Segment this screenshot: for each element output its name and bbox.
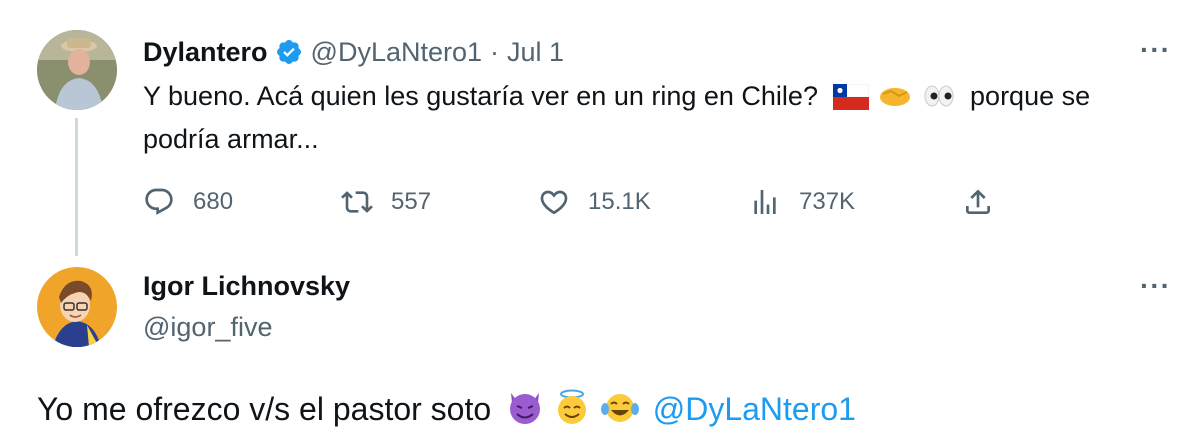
mention-link[interactable]: @DyLaNtero1 [653,391,856,427]
author-name-igor[interactable]: Igor Lichnovsky [143,271,350,302]
tears-of-joy-emoji [600,389,640,435]
tweet1-text: Y bueno. Acá quien les gustaría ver en u… [143,77,1183,158]
more-options-button[interactable]: ··· [1140,34,1171,66]
retweet-icon [341,191,373,213]
tweet1-text-tail: porque se [970,81,1091,111]
like-button[interactable]: 15.1K [538,186,651,218]
tweet1-header: Dylantero @DyLaNtero1 · Jul 1 [143,34,564,70]
tweet1-text-line2: podría armar... [143,124,319,154]
share-icon [966,189,990,214]
views-button[interactable]: 737K [749,186,855,218]
retweet-button[interactable]: 557 [341,186,431,218]
tweet1-text-line1: Y bueno. Acá quien les gustaría ver en u… [143,81,818,111]
handshake-emoji [877,82,913,120]
eyes-emoji [921,82,957,120]
reply-count: 680 [193,188,234,215]
avatar-dylantero[interactable] [37,30,117,110]
author-handle-igor[interactable]: @igor_five [143,312,272,343]
author-name[interactable]: Dylantero [143,37,268,68]
tweet-date[interactable]: Jul 1 [507,37,564,68]
chile-flag-emoji [833,82,870,120]
tweet2-text-body: Yo me ofrezco v/s el pastor soto [37,391,492,427]
views-icon [754,190,776,214]
halo-emoji [553,389,591,435]
reply-icon [145,188,173,215]
author-handle[interactable]: @DyLaNtero1 [311,37,482,68]
tweet2-text: Yo me ofrezco v/s el pastor soto @DyLaNt… [37,388,856,435]
thread-line [75,118,78,256]
meta-separator: · [490,36,500,67]
reply-button[interactable]: 680 [143,186,233,218]
like-count: 15.1K [588,188,651,215]
verified-badge-icon [275,38,303,66]
views-count: 737K [799,188,856,215]
avatar-igor[interactable] [37,267,117,347]
retweet-count: 557 [391,188,432,215]
smiling-devil-emoji [506,389,544,435]
like-icon [540,190,568,215]
share-button[interactable] [962,186,1012,218]
more-options-button-2[interactable]: ··· [1140,270,1171,302]
